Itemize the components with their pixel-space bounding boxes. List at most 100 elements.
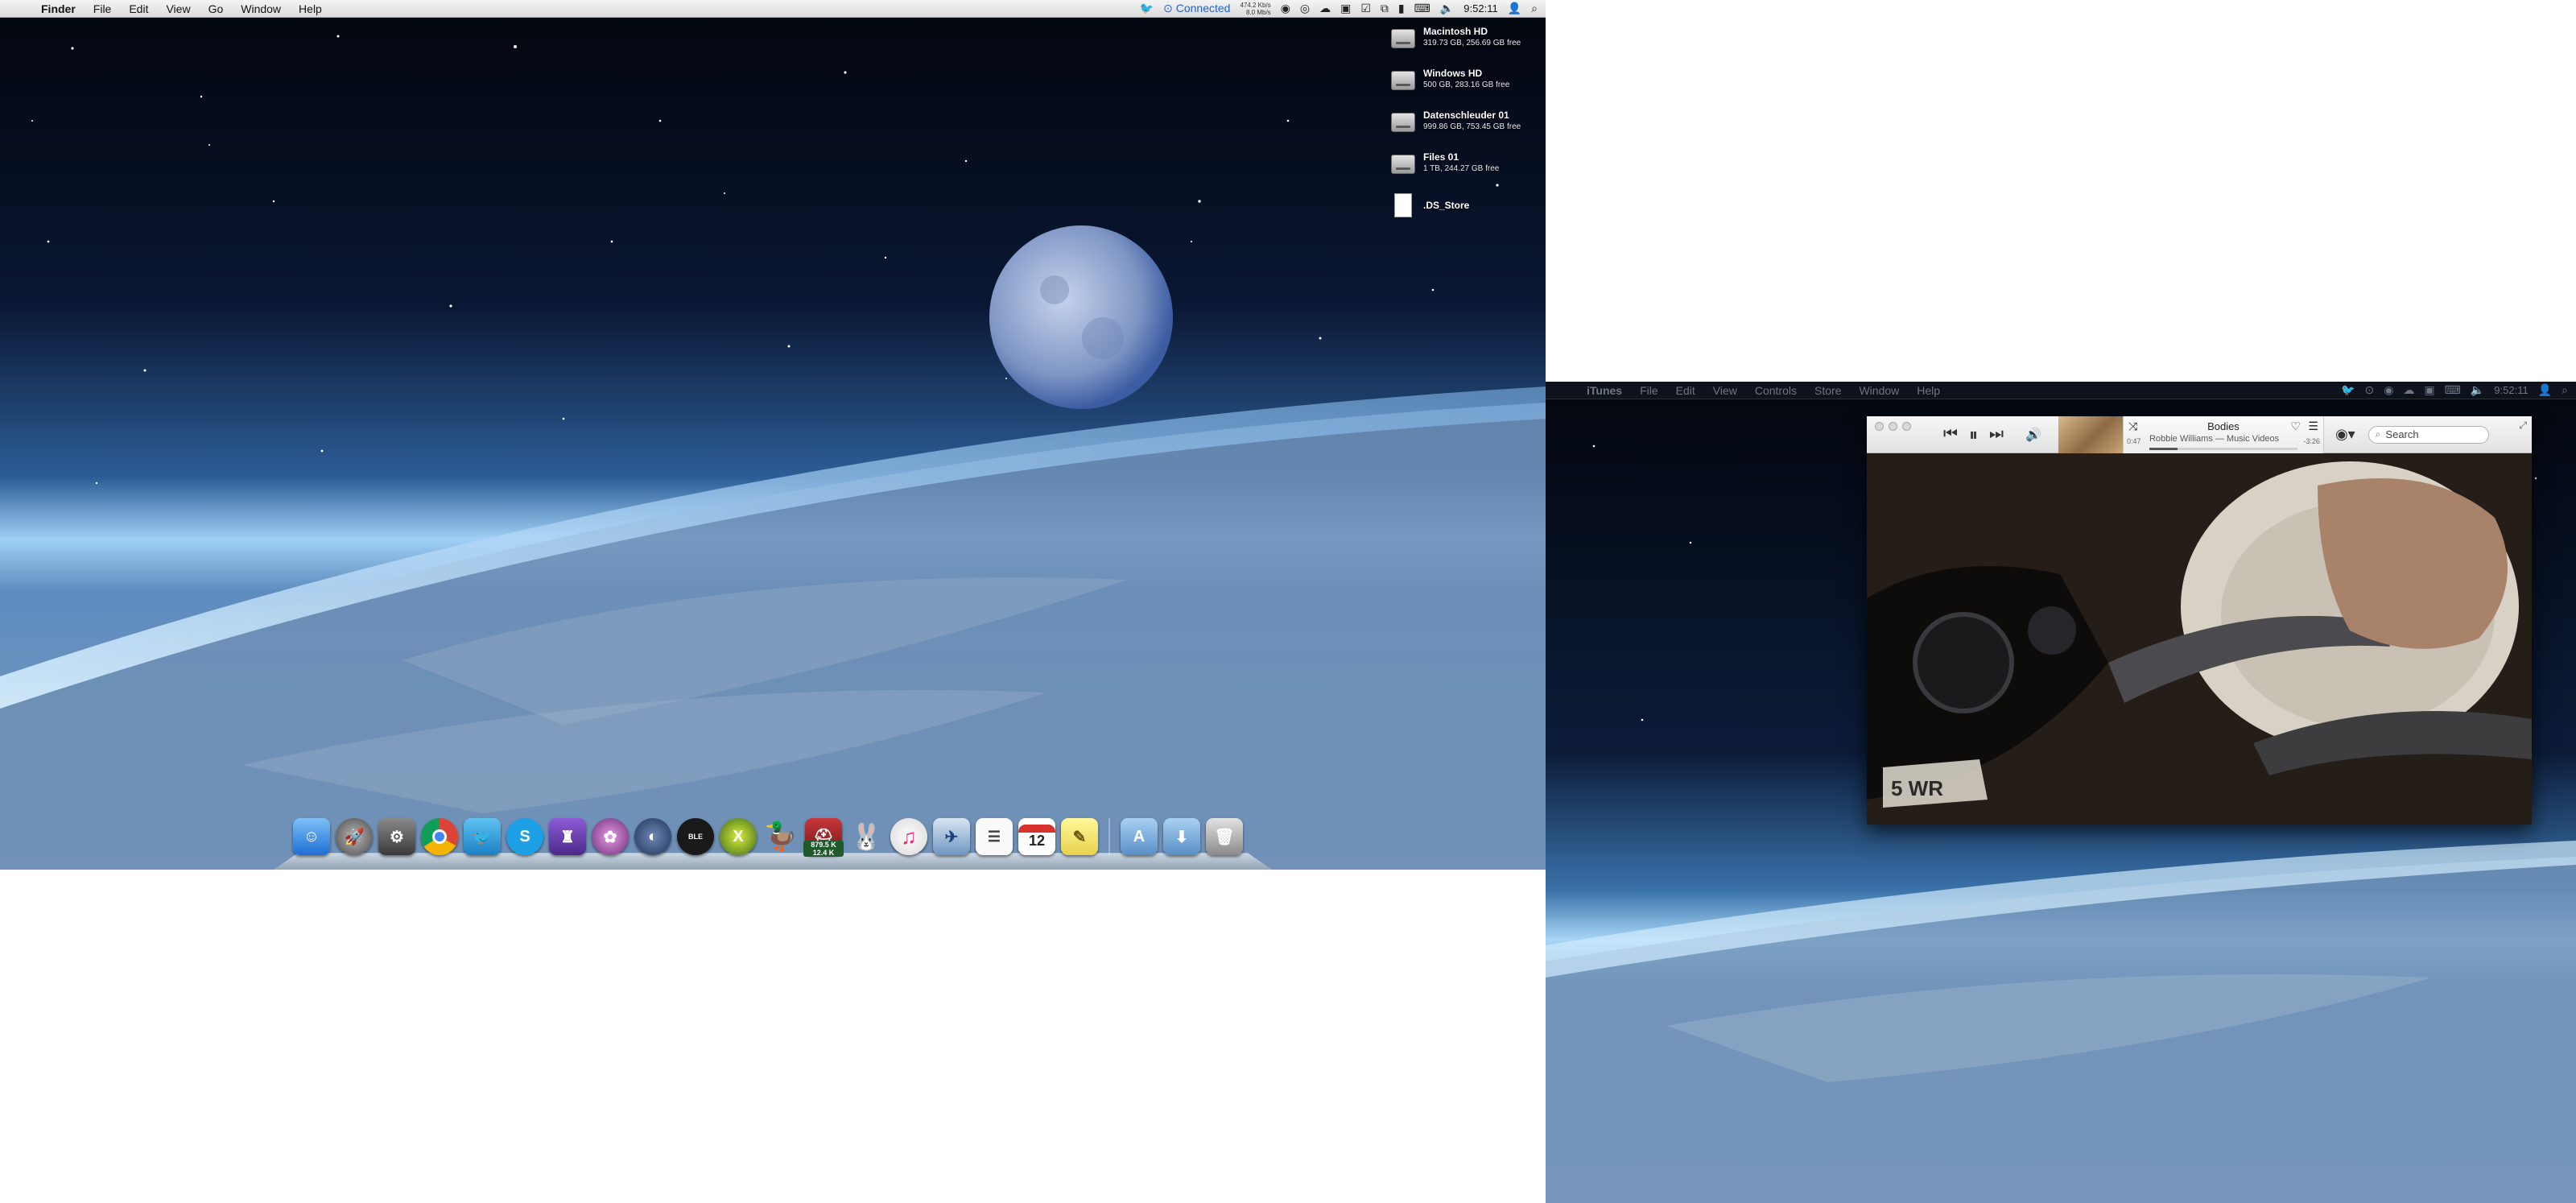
- calendar-icon[interactable]: 12: [1018, 818, 1055, 855]
- drive-datenschleuder[interactable]: Datenschleuder 01 999.86 GB, 753.45 GB fr…: [1391, 110, 1544, 151]
- calendar-day: 12: [1028, 832, 1046, 849]
- previous-track-icon[interactable]: ⏮: [1943, 425, 1958, 444]
- system-preferences-icon[interactable]: ⚙: [378, 818, 415, 855]
- wizard-icon[interactable]: ♜: [549, 818, 586, 855]
- cyberduck-icon[interactable]: 🦆: [762, 818, 799, 855]
- finder-icon[interactable]: ☺: [293, 818, 330, 855]
- box-icon[interactable]: ▣: [2424, 383, 2434, 397]
- menu-view[interactable]: View: [157, 2, 199, 15]
- album-artwork[interactable]: [2058, 415, 2123, 453]
- spotlight-icon[interactable]: ⌕: [1531, 2, 1538, 15]
- steam-icon[interactable]: ◐: [634, 818, 671, 855]
- menu-file[interactable]: File: [1631, 384, 1667, 397]
- stickies-icon[interactable]: ✎: [1061, 818, 1098, 855]
- vpn-status[interactable]: ⊙ Connected: [1163, 2, 1230, 15]
- drive-files-01[interactable]: Files 01 1 TB, 244.27 GB free: [1391, 151, 1544, 193]
- pause-icon[interactable]: ⏸: [1969, 424, 1978, 445]
- drive-name: Datenschleuder 01: [1423, 110, 1509, 121]
- dock-separator: [1108, 818, 1110, 855]
- cloud-icon[interactable]: ☁: [1319, 2, 1331, 15]
- fullscreen-icon[interactable]: ⤢: [2519, 420, 2527, 432]
- remaining-time: -3:26: [2303, 436, 2320, 445]
- song-artist-album: Robbie Williams — Music Videos: [2149, 433, 2280, 444]
- growl-icon[interactable]: ✿: [592, 818, 629, 855]
- box-icon[interactable]: ▣: [1340, 2, 1351, 15]
- windows-icon[interactable]: ⧉: [1381, 2, 1389, 15]
- net-down: 8.0 Mb/s: [1246, 8, 1271, 16]
- eye-icon[interactable]: ◎: [1300, 2, 1310, 15]
- next-track-icon[interactable]: ⏭: [1989, 425, 2004, 444]
- menu-file[interactable]: File: [85, 2, 121, 15]
- cloud-icon[interactable]: ☁: [2403, 383, 2414, 397]
- svg-text:5 WR: 5 WR: [1891, 776, 1943, 800]
- volume-icon[interactable]: 🔊: [2025, 427, 2041, 443]
- battery-monitor-icon[interactable]: ▮: [1398, 2, 1405, 15]
- clock[interactable]: 9:52:11: [2494, 384, 2528, 396]
- menu-window[interactable]: Window: [1850, 384, 1908, 397]
- menu-edit[interactable]: Edit: [120, 2, 157, 15]
- itunes-icon[interactable]: ♫: [890, 818, 927, 855]
- menu-store[interactable]: Store: [1806, 384, 1850, 397]
- record-icon[interactable]: ◉: [1281, 2, 1290, 15]
- menu-edit[interactable]: Edit: [1667, 384, 1704, 397]
- transmission-icon[interactable]: ⛑ 879.5 K 12.4 K: [803, 818, 844, 857]
- menu-controls[interactable]: Controls: [1746, 384, 1806, 397]
- search-field[interactable]: ⌕ Search: [2368, 425, 2489, 444]
- minimize-button[interactable]: [1889, 422, 1897, 431]
- user-icon[interactable]: 👤: [2538, 383, 2552, 397]
- music-video-frame[interactable]: 5 WR: [1867, 453, 2532, 825]
- hard-drive-icon: [1391, 29, 1415, 48]
- xquartz-icon[interactable]: X: [720, 818, 757, 855]
- preview-icon[interactable]: ✈: [933, 818, 970, 855]
- chrome-icon[interactable]: [421, 818, 458, 855]
- playback-progress-bar[interactable]: [2149, 447, 2297, 450]
- applications-folder-icon[interactable]: A: [1121, 818, 1158, 855]
- record-icon[interactable]: ◉: [2384, 383, 2393, 397]
- downloads-folder-icon[interactable]: ⬇: [1163, 818, 1200, 855]
- textedit-icon[interactable]: ☰: [976, 818, 1013, 855]
- drive-info: 999.86 GB, 753.45 GB free: [1423, 122, 1521, 131]
- keyboard-icon[interactable]: ⌨: [1414, 2, 1430, 15]
- file-ds-store[interactable]: .DS_Store: [1391, 193, 1544, 235]
- love-icon[interactable]: ♡: [2290, 420, 2301, 433]
- user-icon[interactable]: 👤: [1508, 2, 1521, 15]
- network-speed[interactable]: 474.2 Kb/s 8.0 Mb/s: [1240, 2, 1270, 16]
- skype-icon[interactable]: S: [506, 818, 543, 855]
- menu-help[interactable]: Help: [290, 2, 331, 15]
- up-next-icon[interactable]: ☰: [2308, 420, 2318, 433]
- menu-itunes[interactable]: iTunes: [1578, 384, 1631, 397]
- vpn-icon[interactable]: ⊙: [2364, 383, 2374, 397]
- volume-icon[interactable]: 🔈: [1440, 2, 1454, 15]
- drive-macintosh-hd[interactable]: Macintosh HD 319.73 GB, 256.69 GB free: [1391, 26, 1544, 68]
- zoom-button[interactable]: [1902, 422, 1911, 431]
- menu-view[interactable]: View: [1704, 384, 1746, 397]
- drive-info: 319.73 GB, 256.69 GB free: [1423, 39, 1521, 48]
- spotlight-icon[interactable]: ⌕: [2562, 383, 2568, 397]
- adium-icon[interactable]: 🐰: [848, 818, 885, 855]
- file-name: .DS_Store: [1423, 200, 1470, 211]
- upload-speed: 12.4 K: [812, 849, 835, 857]
- menu-help[interactable]: Help: [1908, 384, 1949, 397]
- drive-windows-hd[interactable]: Windows HD 500 GB, 283.16 GB free: [1391, 68, 1544, 110]
- twitter-icon[interactable]: 🐦: [1140, 2, 1154, 15]
- menu-extras: 🐦 ⊙ Connected 474.2 Kb/s 8.0 Mb/s ◉ ◎ ☁ ▣…: [1140, 2, 1546, 16]
- desktop-wallpaper: [0, 0, 1546, 870]
- close-button[interactable]: [1875, 422, 1884, 431]
- dock-shelf: [274, 853, 1272, 870]
- account-icon[interactable]: ◉▾: [2335, 426, 2355, 443]
- now-playing-display: ⤨ Bodies ♡ ☰ Robbie Williams — Music Vid…: [2122, 415, 2324, 453]
- menu-window[interactable]: Window: [232, 2, 290, 15]
- trash-icon[interactable]: 🗑: [1206, 818, 1243, 855]
- bible-app-icon[interactable]: BLE: [677, 818, 714, 855]
- twitter-app-icon[interactable]: 🐦: [464, 818, 501, 855]
- twitter-icon[interactable]: 🐦: [2341, 383, 2355, 397]
- hard-drive-icon: [1391, 155, 1415, 174]
- check-icon[interactable]: ☑: [1360, 2, 1371, 15]
- hard-drive-icon: [1391, 71, 1415, 90]
- menu-finder[interactable]: Finder: [32, 2, 85, 15]
- menu-go[interactable]: Go: [200, 2, 233, 15]
- keyboard-icon[interactable]: ⌨: [2445, 383, 2461, 397]
- clock[interactable]: 9:52:11: [1463, 2, 1497, 14]
- volume-icon[interactable]: 🔈: [2471, 383, 2484, 397]
- launchpad-icon[interactable]: 🚀: [336, 818, 373, 855]
